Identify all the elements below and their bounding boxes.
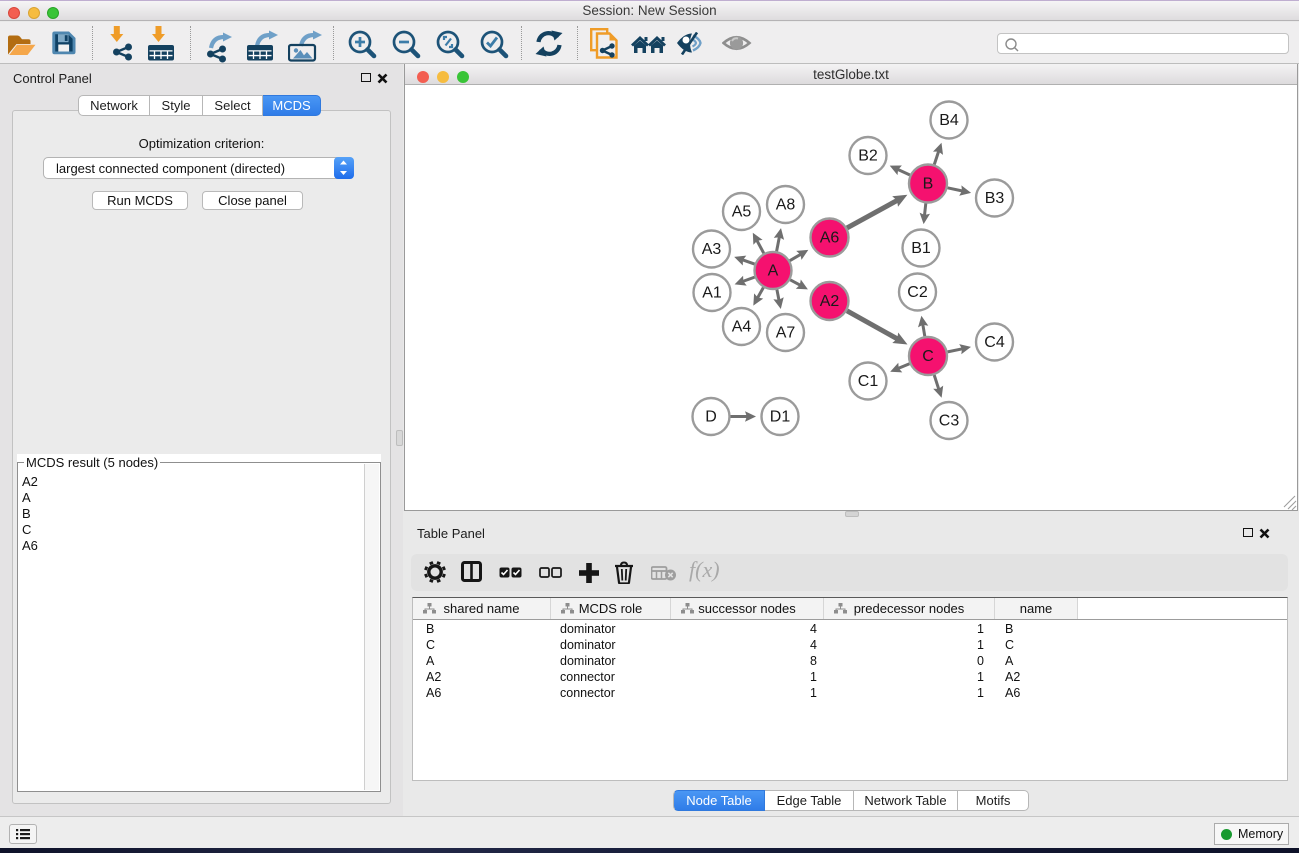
svg-text:C2: C2: [907, 284, 928, 301]
svg-text:D1: D1: [770, 409, 791, 426]
svg-text:B4: B4: [939, 112, 959, 129]
svg-text:A6: A6: [820, 230, 840, 247]
svg-text:B1: B1: [911, 240, 931, 257]
svg-text:A2: A2: [820, 293, 840, 310]
svg-text:A4: A4: [732, 319, 752, 336]
svg-text:B3: B3: [985, 190, 1005, 207]
svg-text:A7: A7: [776, 325, 796, 342]
svg-text:A1: A1: [702, 285, 722, 302]
svg-text:A5: A5: [732, 204, 752, 221]
svg-text:C4: C4: [984, 334, 1005, 351]
svg-text:C3: C3: [939, 413, 960, 430]
svg-text:C: C: [922, 348, 934, 365]
svg-text:B2: B2: [858, 148, 878, 165]
svg-text:B: B: [923, 176, 934, 193]
svg-text:A: A: [768, 263, 779, 280]
svg-text:C1: C1: [858, 373, 879, 390]
svg-text:D: D: [705, 409, 717, 426]
svg-text:A3: A3: [702, 241, 722, 258]
svg-text:A8: A8: [776, 197, 796, 214]
